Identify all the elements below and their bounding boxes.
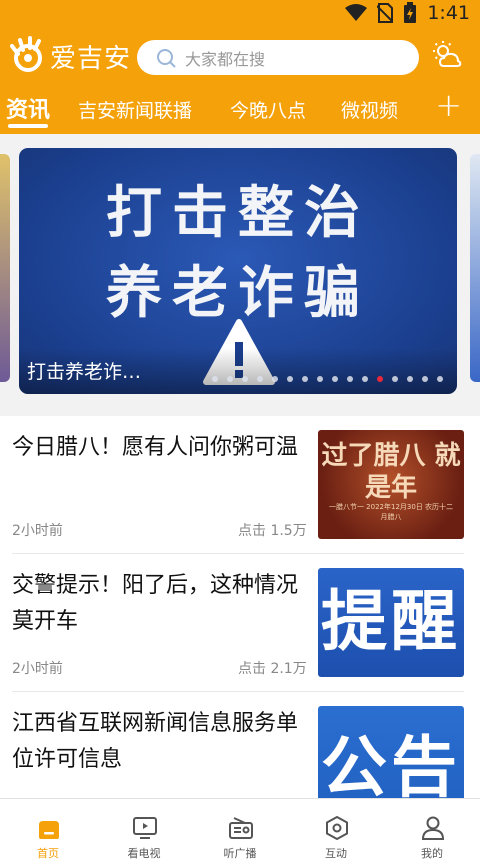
battery-charging-icon <box>404 2 417 23</box>
app-logo: 爱吉安 <box>6 36 131 76</box>
tab-jian-news[interactable]: 吉安新闻联播 <box>78 96 192 123</box>
status-bar: 1:41 <box>0 0 480 26</box>
news-item[interactable]: 江西省互联网新闻信息服务单位许可信息 公告 <box>0 692 480 798</box>
banner-dot <box>332 376 338 382</box>
app-header: 1:41 爱吉安 大家都在搜 资讯 吉安新闻联播 今晚八点 微视频 + <box>0 0 480 134</box>
tv-icon <box>133 817 157 839</box>
banner-dot <box>437 376 443 382</box>
nav-tv[interactable]: 看电视 <box>96 799 192 864</box>
search-icon <box>157 48 176 68</box>
banner-dot <box>317 376 323 382</box>
nav-label: 我的 <box>421 847 443 860</box>
tab-news[interactable]: 资讯 <box>6 92 50 124</box>
banner-headline-2: 养老诈骗 <box>106 261 370 326</box>
thumb-title: 提醒 <box>321 583 461 660</box>
thumb-subtitle: 一腊八节一 2022年12月30日 农历十二月腊八 <box>328 503 454 521</box>
weather-icon[interactable] <box>432 40 462 70</box>
add-channel-button[interactable]: + <box>435 86 462 124</box>
channel-tabs: 资讯 吉安新闻联播 今晚八点 微视频 + <box>0 86 480 132</box>
tab-tonight[interactable]: 今晚八点 <box>230 96 306 123</box>
news-feed: 今日腊八！愿有人问你粥可温 2小时前 点击 1.5万 过了腊八 就是年 一腊八节… <box>0 416 480 798</box>
news-thumbnail: 公告 <box>318 706 464 798</box>
banner-dot <box>422 376 428 382</box>
nav-home[interactable]: 首页 <box>0 799 96 864</box>
banner-dot <box>392 376 398 382</box>
news-time: 2小时前 <box>12 523 63 539</box>
news-clicks: 点击 1.5万 <box>238 523 307 539</box>
search-input[interactable]: 大家都在搜 <box>137 40 419 75</box>
app-name: 爱吉安 <box>50 43 132 74</box>
news-title: 今日腊八！愿有人问你粥可温 <box>12 435 299 460</box>
thumb-title: 公告 <box>321 729 461 798</box>
bottom-nav: 首页 看电视 听广播 互动 我的 <box>0 798 480 864</box>
nav-label: 听广播 <box>223 847 257 860</box>
banner-dot <box>407 376 413 382</box>
banner-caption: 打击养老诈… <box>27 361 142 383</box>
banner-carousel[interactable]: 打击整治 养老诈骗 打击养老诈… <box>0 134 480 416</box>
search-placeholder: 大家都在搜 <box>185 49 266 69</box>
nav-radio[interactable]: 听广播 <box>192 799 288 864</box>
banner-dot <box>242 376 248 382</box>
user-icon <box>421 816 445 840</box>
news-item[interactable]: 交警提示！阳了后，这种情况莫开车 2小时前 点击 2.1万 提醒 <box>0 554 480 692</box>
banner-slide[interactable]: 打击整治 养老诈骗 打击养老诈… <box>19 148 457 394</box>
radio-icon <box>229 817 253 839</box>
nav-label: 互动 <box>325 847 347 860</box>
news-thumbnail: 提醒 <box>318 568 464 677</box>
banner-dot-active <box>377 376 383 382</box>
nav-label: 看电视 <box>127 847 161 860</box>
banner-page-indicator <box>212 376 443 382</box>
banner-dot <box>272 376 278 382</box>
logo-mark-icon <box>10 36 42 72</box>
wifi-icon <box>345 4 368 21</box>
news-time: 2小时前 <box>12 661 63 677</box>
banner-prev-peek <box>0 154 10 382</box>
banner-dot <box>362 376 368 382</box>
home-icon <box>39 821 59 839</box>
interact-icon <box>326 815 348 841</box>
banner-dot <box>347 376 353 382</box>
banner-dot <box>227 376 233 382</box>
banner-dot <box>302 376 308 382</box>
banner-next-peek <box>470 154 480 382</box>
news-clicks: 点击 2.1万 <box>238 661 307 677</box>
news-thumbnail: 过了腊八 就是年 一腊八节一 2022年12月30日 农历十二月腊八 <box>318 430 464 539</box>
banner-dot <box>257 376 263 382</box>
status-time: 1:41 <box>427 2 470 24</box>
nav-label: 首页 <box>37 847 59 860</box>
tab-micro-video[interactable]: 微视频 <box>341 96 398 123</box>
thumb-title: 过了腊八 就是年 <box>321 441 461 503</box>
banner-dot <box>212 376 218 382</box>
news-item[interactable]: 今日腊八！愿有人问你粥可温 2小时前 点击 1.5万 过了腊八 就是年 一腊八节… <box>0 416 480 554</box>
no-sim-icon <box>377 3 394 23</box>
nav-me[interactable]: 我的 <box>384 799 480 864</box>
news-title: 江西省互联网新闻信息服务单位许可信息 <box>12 711 299 772</box>
news-title: 交警提示！阳了后，这种情况莫开车 <box>12 573 299 634</box>
banner-dot <box>287 376 293 382</box>
nav-interact[interactable]: 互动 <box>288 799 384 864</box>
tab-active-indicator <box>8 124 48 128</box>
banner-headline-1: 打击整治 <box>106 181 370 246</box>
